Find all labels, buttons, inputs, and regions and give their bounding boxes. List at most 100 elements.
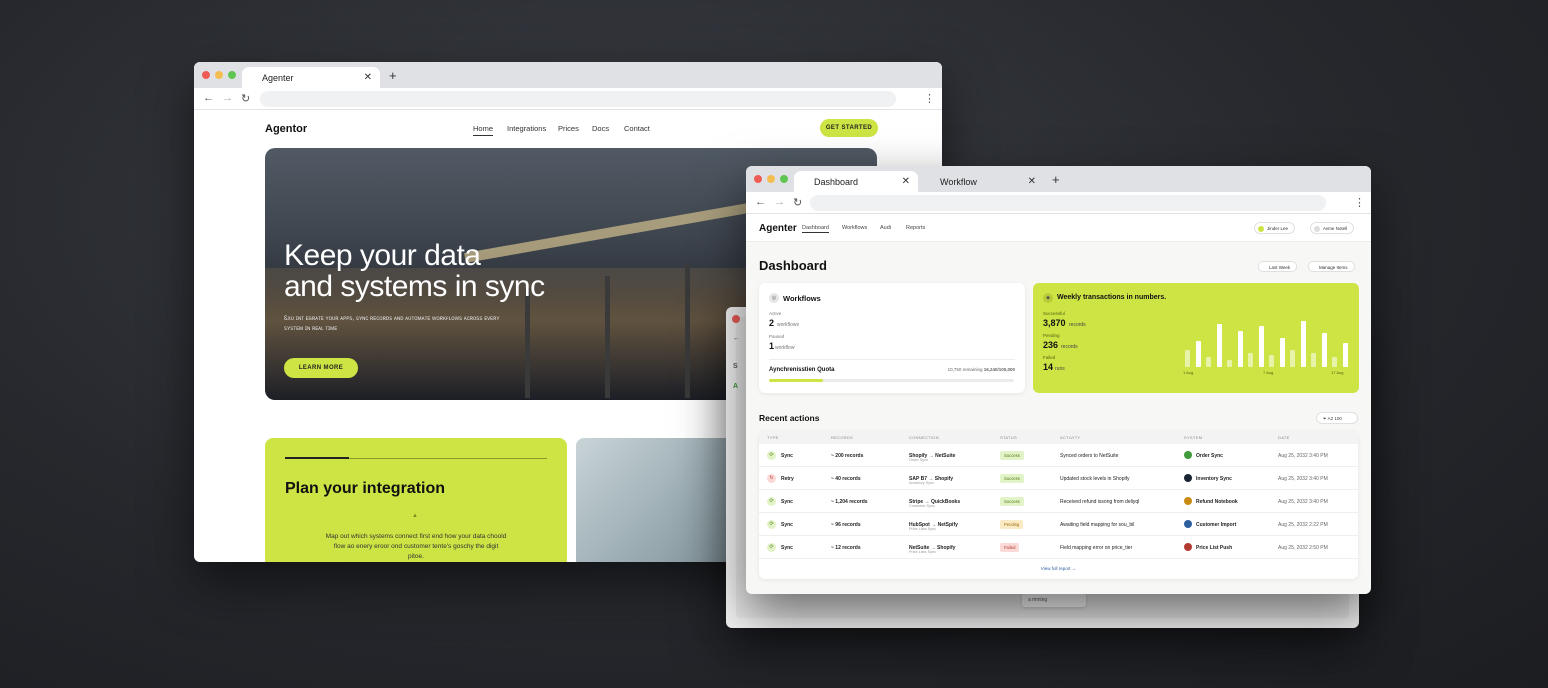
plan-integration-card[interactable]: Plan your integration ▲ Map out which sy… xyxy=(265,438,567,562)
maximize-window-dot[interactable] xyxy=(228,71,236,79)
status-badge: Success xyxy=(1000,474,1024,483)
close-tab-icon[interactable]: ✕ xyxy=(364,72,372,83)
col-status[interactable]: STATUS xyxy=(1000,435,1017,440)
view-full-report-link[interactable]: View full report → xyxy=(759,566,1358,571)
transactions-icon: ◆ xyxy=(1043,293,1053,303)
chart-bar xyxy=(1195,340,1201,367)
sync-type-icon: ⟳ xyxy=(767,451,776,460)
filter-label: A2 100 xyxy=(1327,416,1342,421)
nav-home[interactable]: Home xyxy=(473,124,494,136)
browser-menu-icon[interactable]: ⋮ xyxy=(1354,196,1365,209)
col-records[interactable]: RECORDS xyxy=(831,435,853,440)
account-pill[interactable]: Avme Notell xyxy=(1310,222,1355,234)
bridge-pillar xyxy=(685,264,690,398)
workflows-panel[interactable]: ◎ Workflows Active 2 workflows Paused 1 … xyxy=(759,283,1025,393)
back-icon[interactable]: ← xyxy=(733,335,740,342)
forward-icon[interactable]: → xyxy=(774,196,785,208)
row-records: ~ 96 records xyxy=(831,522,861,528)
dashboard-address-row: ← → ↻ ⋮ xyxy=(746,192,1371,214)
col-date[interactable]: DATE xyxy=(1278,435,1290,440)
tab-dashboard[interactable]: Dashboard ✕ xyxy=(794,171,918,192)
manage-items-button[interactable]: Manage Items xyxy=(1308,261,1355,272)
last-week-button[interactable]: Last Week xyxy=(1258,261,1298,272)
browser-menu-icon[interactable]: ⋮ xyxy=(924,92,935,105)
quota-progress-fill xyxy=(769,379,823,382)
table-row[interactable]: ⟳ Sync ~ 96 records HubSpot → NetSpify Price… xyxy=(759,513,1358,536)
minimize-window-dot[interactable] xyxy=(767,175,775,183)
col-connection[interactable]: CONNECTION xyxy=(909,435,939,440)
weekly-bar-chart: 1 Aug 7 Aug 17 Aug xyxy=(1181,313,1351,375)
paused-label: Paused xyxy=(769,334,785,339)
close-tab-icon[interactable]: ✕ xyxy=(902,176,910,187)
site-tab-title: Agenter xyxy=(262,73,294,83)
row-system: Order Sync xyxy=(1196,453,1223,459)
nav-audi[interactable]: Audi xyxy=(880,225,891,231)
col-activity[interactable]: ACTIVITY xyxy=(1060,435,1080,440)
background-app-label: S xyxy=(733,363,738,370)
nav-reports[interactable]: Reports xyxy=(906,225,925,231)
close-window-dot[interactable] xyxy=(732,315,740,323)
recent-filter-pill[interactable]: ⏷ A2 100 xyxy=(1316,412,1358,424)
nav-workflows[interactable]: Workflows xyxy=(842,225,867,231)
stat-value-failed: 14 xyxy=(1043,362,1054,372)
app-logo[interactable]: Agenter xyxy=(759,223,797,234)
user-pill[interactable]: Jinder Lee xyxy=(1254,222,1296,234)
reload-icon[interactable]: ↻ xyxy=(241,92,250,105)
sync-type-icon: ⟳ xyxy=(767,520,776,529)
new-tab-icon[interactable]: + xyxy=(389,68,397,83)
tab-workflow[interactable]: Workflow ✕ xyxy=(920,171,1044,192)
row-system: Customer Import xyxy=(1196,522,1237,528)
hero-subtitle: Ꮛxᴜ ɪɴᴛ ᴇɢʀᴀᴛᴇ ʏᴏᴜʀ ᴀᴘᴘꜱ, ꜱʏɴᴄ ʀᴇᴄᴏʀᴅꜱ ᴀ… xyxy=(284,316,500,332)
close-window-dot[interactable] xyxy=(202,71,210,79)
close-tab-icon[interactable]: ✕ xyxy=(1028,176,1036,187)
nav-dashboard[interactable]: Dashboard xyxy=(802,225,829,233)
nav-integrations[interactable]: Integrations xyxy=(507,124,546,133)
site-tab-bar: Agenter ✕ + xyxy=(194,62,942,88)
nav-prices[interactable]: Prices xyxy=(558,124,579,133)
reload-icon[interactable]: ↻ xyxy=(793,196,802,209)
nav-docs[interactable]: Docs xyxy=(592,124,609,133)
row-date: Aug 25, 2032 2:22 PM xyxy=(1278,522,1328,528)
back-icon[interactable]: ← xyxy=(755,196,766,208)
get-started-button[interactable]: GET STARTED xyxy=(820,119,878,137)
site-address-bar[interactable] xyxy=(260,91,896,107)
site-logo[interactable]: Agentor xyxy=(265,123,307,135)
minimize-window-dot[interactable] xyxy=(215,71,223,79)
dashboard-tab-bar: Dashboard ✕ Workflow ✕ + xyxy=(746,166,1371,192)
sync-type-icon: ⟳ xyxy=(767,543,776,552)
row-connection-sub: Inventory Sync xyxy=(909,481,935,485)
chart-tick-label: 1 Aug xyxy=(1183,370,1194,375)
dashboard-address-bar[interactable] xyxy=(810,195,1326,211)
status-badge: Success xyxy=(1000,497,1024,506)
tab-dashboard-label: Dashboard xyxy=(814,177,859,187)
row-date: Aug 25, 2032 3:40 PM xyxy=(1278,499,1328,505)
forward-icon[interactable]: → xyxy=(222,92,233,104)
new-tab-icon[interactable]: + xyxy=(1052,172,1060,187)
row-connection-sub: Customer Sync xyxy=(909,504,935,508)
col-type[interactable]: TYPE xyxy=(767,435,779,440)
table-row[interactable]: ⟳ Sync ~ 200 records Shopify → NetSuite Orde… xyxy=(759,444,1358,467)
back-icon[interactable]: ← xyxy=(203,92,214,104)
hero-title: Keep your data and systems in sync xyxy=(284,239,545,303)
table-row[interactable]: ⟳ Sync ~ 1,204 records Stripe → QuickBooks C… xyxy=(759,490,1358,513)
site-tab[interactable]: Agenter ✕ xyxy=(242,67,380,88)
table-row[interactable]: ⟳ Sync ~ 12 records NetSuite → Shopify Price… xyxy=(759,536,1358,559)
table-row[interactable]: ↻ Retry ~ 40 records SAP B7 → Shopify Invent… xyxy=(759,467,1358,490)
chart-bar xyxy=(1290,350,1295,367)
status-badge: Failed xyxy=(1000,543,1020,552)
stat-value-pending: 236 xyxy=(1043,340,1059,350)
account-icon xyxy=(1314,226,1320,232)
sync-type-icon: ⟳ xyxy=(767,497,776,506)
tab-workflow-label: Workflow xyxy=(940,177,977,187)
close-window-dot[interactable] xyxy=(754,175,762,183)
maximize-window-dot[interactable] xyxy=(780,175,788,183)
recent-actions-title: Recent actions xyxy=(759,413,820,423)
last-week-label: Last Week xyxy=(1269,265,1291,270)
status-badge: Pending xyxy=(1000,520,1024,529)
col-system[interactable]: SYSTEM xyxy=(1184,435,1202,440)
learn-more-button[interactable]: LEARN MORE xyxy=(284,358,358,378)
weekly-transactions-panel[interactable]: ◆ Weekly transactions in numbers. Succes… xyxy=(1033,283,1359,393)
triangle-icon: ▲ xyxy=(412,513,418,519)
nav-contact[interactable]: Contact xyxy=(624,124,650,133)
site-address-row: ← → ↻ ⋮ xyxy=(194,88,942,110)
